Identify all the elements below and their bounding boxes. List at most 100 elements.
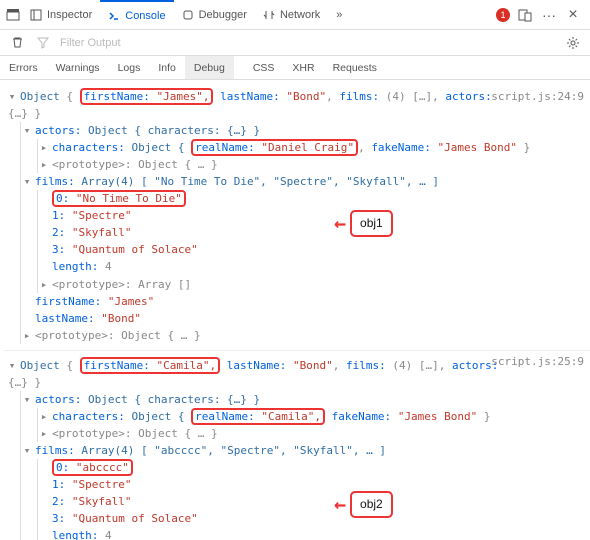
firstname-node: firstName: "James"	[21, 293, 590, 310]
responsive-mode-icon[interactable]	[516, 6, 534, 24]
tab-label: Debugger	[199, 9, 247, 21]
tab-inspector[interactable]: Inspector	[22, 0, 100, 29]
preview: Array(4) [ "No Time To Die", "Spectre", …	[81, 175, 439, 188]
overflow-label: »	[336, 9, 342, 21]
ftab-info[interactable]: Info	[149, 56, 185, 79]
films-node[interactable]: ▾ films: Array(4) [ "abcccc", "Spectre",…	[21, 442, 590, 459]
key-lastname: lastName:	[220, 90, 280, 103]
annotation-obj1: ← obj1	[334, 208, 393, 239]
obj-trail: {…} }	[6, 374, 590, 391]
proto: <prototype>: Object { … }	[52, 427, 218, 440]
val: abcccc	[83, 461, 123, 474]
array-item[interactable]: 3: "Quantum of Solace"	[38, 241, 590, 258]
key-films: films:	[339, 90, 379, 103]
array-item[interactable]: 1: "Spectre"	[38, 476, 590, 493]
val: Skyfall	[79, 495, 125, 508]
type-label: Object	[20, 90, 60, 103]
key: films:	[346, 359, 386, 372]
annotation-label: obj1	[350, 210, 393, 237]
array-item[interactable]: 2: "Skyfall"	[38, 224, 590, 241]
key: characters:	[52, 141, 125, 154]
disclosure-triangle-icon[interactable]: ▾	[21, 391, 33, 408]
tab-debugger[interactable]: Debugger	[174, 0, 255, 29]
settings-gear-icon[interactable]	[564, 34, 582, 52]
preview: Object { characters: {…} }	[88, 124, 260, 137]
disclosure-triangle-icon[interactable]: ▸	[38, 408, 50, 425]
close-icon[interactable]: ×	[564, 6, 582, 24]
annotation-label: obj2	[350, 491, 393, 518]
ftab-css[interactable]: CSS	[244, 56, 284, 79]
ftab-xhr[interactable]: XHR	[283, 56, 323, 79]
arrow-icon: ←	[334, 489, 346, 520]
actors-node[interactable]: ▾ actors: Object { characters: {…} }	[21, 391, 590, 408]
disclosure-triangle-icon[interactable]: ▸	[38, 139, 50, 156]
characters-node[interactable]: ▸ characters: Object { realName: "Camila…	[38, 408, 590, 425]
preview: Object {	[131, 141, 184, 154]
ftab-requests[interactable]: Requests	[324, 56, 386, 79]
ftab-warnings[interactable]: Warnings	[47, 56, 109, 79]
filter-input[interactable]	[60, 37, 556, 49]
dock-toggle-icon[interactable]	[4, 6, 22, 24]
key: realName:	[195, 141, 255, 154]
key-firstname: firstName:	[84, 90, 150, 103]
array-item[interactable]: 3: "Quantum of Solace"	[38, 510, 590, 527]
key: actors:	[35, 393, 81, 406]
key: films:	[35, 175, 75, 188]
log-level-tabs: Errors Warnings Logs Info Debug CSS XHR …	[0, 56, 590, 80]
disclosure-triangle-icon[interactable]: ▾	[6, 88, 18, 105]
tab-label: Inspector	[47, 9, 92, 21]
tab-network[interactable]: Network	[255, 0, 328, 29]
preview: Array(4) [ "abcccc", "Spectre", "Skyfall…	[81, 444, 386, 457]
array-item[interactable]: 2: "Skyfall"	[38, 493, 590, 510]
array-item[interactable]: 0: "abcccc"	[38, 459, 590, 476]
prototype-node[interactable]: ▸<prototype>: Object { … }	[38, 156, 590, 173]
length-node: length: 4	[38, 258, 590, 275]
array-item[interactable]: 0: "No Time To Die"	[38, 190, 590, 207]
disclosure-triangle-icon[interactable]: ▸	[21, 327, 33, 344]
ftab-debug[interactable]: Debug	[185, 56, 234, 79]
proto: <prototype>: Array []	[52, 278, 191, 291]
arrow-icon: ←	[334, 208, 346, 239]
ftab-errors[interactable]: Errors	[0, 56, 47, 79]
trash-icon[interactable]	[8, 34, 26, 52]
key: films:	[35, 444, 75, 457]
error-count-badge[interactable]: 1	[496, 8, 510, 22]
preview: Object {	[131, 410, 184, 423]
disclosure-triangle-icon[interactable]: ▾	[21, 173, 33, 190]
tabs-overflow[interactable]: »	[328, 0, 350, 29]
array-item[interactable]: 1: "Spectre"	[38, 207, 590, 224]
object-root[interactable]: ▾ Object { firstName: "Camila", lastName…	[6, 357, 590, 374]
disclosure-triangle-icon[interactable]: ▸	[38, 276, 50, 293]
val: Spectre	[79, 478, 125, 491]
disclosure-triangle-icon[interactable]: ▾	[6, 357, 18, 374]
key: actors:	[452, 359, 498, 372]
key: lastName:	[227, 359, 287, 372]
ftab-logs[interactable]: Logs	[109, 56, 150, 79]
type-label: Object	[20, 359, 60, 372]
actors-node[interactable]: ▾ actors: Object { characters: {…} }	[21, 122, 590, 139]
funnel-icon	[34, 34, 52, 52]
object-root[interactable]: ▾ Object { firstName: "James", lastName:…	[6, 88, 590, 105]
val: Daniel Craig	[268, 141, 347, 154]
key-actors: actors:	[445, 90, 491, 103]
prototype-node[interactable]: ▸<prototype>: Object { … }	[21, 327, 590, 344]
key: fakeName:	[332, 410, 392, 423]
key: length:	[52, 529, 98, 540]
key: actors:	[35, 124, 81, 137]
disclosure-triangle-icon[interactable]: ▾	[21, 122, 33, 139]
tab-console[interactable]: Console	[100, 0, 173, 29]
disclosure-triangle-icon[interactable]: ▸	[38, 156, 50, 173]
key: firstName:	[84, 359, 150, 372]
prototype-node[interactable]: ▸<prototype>: Array []	[38, 276, 590, 293]
disclosure-triangle-icon[interactable]: ▾	[21, 442, 33, 459]
disclosure-triangle-icon[interactable]: ▸	[38, 425, 50, 442]
key: fakeName:	[371, 141, 431, 154]
val: 4	[399, 359, 406, 372]
tab-label: Console	[125, 10, 165, 22]
proto: <prototype>: Object { … }	[35, 329, 201, 342]
lastname-node: lastName: "Bond"	[21, 310, 590, 327]
more-menu-icon[interactable]: ···	[540, 6, 558, 24]
prototype-node[interactable]: ▸<prototype>: Object { … }	[38, 425, 590, 442]
characters-node[interactable]: ▸ characters: Object { realName: "Daniel…	[38, 139, 590, 156]
films-node[interactable]: ▾ films: Array(4) [ "No Time To Die", "S…	[21, 173, 590, 190]
